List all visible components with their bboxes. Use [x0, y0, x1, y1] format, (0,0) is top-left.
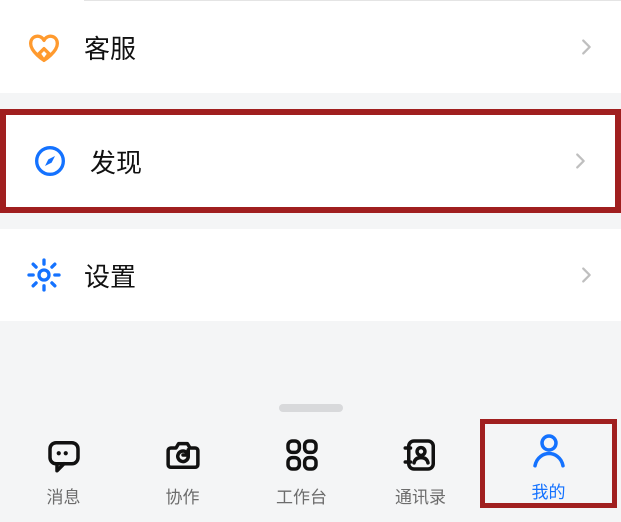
- bottom-tab-bar: 消息 协作 工作台: [0, 414, 621, 522]
- section-gap: [0, 213, 621, 229]
- menu-item-settings[interactable]: 设置: [0, 229, 621, 321]
- group-discover-highlighted: 发现: [0, 109, 621, 213]
- group-customer-service: 客服: [0, 0, 621, 93]
- flex-spacer: [0, 321, 621, 390]
- chevron-right-icon: [569, 150, 591, 172]
- tab-label: 消息: [47, 483, 81, 508]
- tab-workbench[interactable]: 工作台: [242, 427, 361, 508]
- person-icon: [525, 426, 573, 474]
- chevron-right-icon: [575, 36, 597, 58]
- menu-item-label: 发现: [90, 143, 569, 180]
- tab-label: 我的: [532, 478, 566, 503]
- page-root: 客服 发现: [0, 0, 621, 522]
- chat-bubble-icon: [40, 431, 88, 479]
- menu-item-discover[interactable]: 发现: [6, 115, 615, 207]
- menu-item-label: 客服: [84, 29, 575, 66]
- apps-grid-icon: [278, 431, 326, 479]
- tab-mine[interactable]: 我的: [480, 419, 617, 508]
- group-settings: 设置: [0, 229, 621, 321]
- tab-contacts[interactable]: 通讯录: [361, 427, 480, 508]
- chevron-right-icon: [575, 264, 597, 286]
- tab-label: 通讯录: [395, 483, 446, 508]
- menu-item-customer-service[interactable]: 客服: [0, 1, 621, 93]
- drag-handle-area: [0, 390, 621, 414]
- heart-hands-icon: [20, 23, 68, 71]
- address-book-icon: [397, 431, 445, 479]
- tab-label: 工作台: [276, 483, 327, 508]
- tab-label: 协作: [166, 483, 200, 508]
- drag-handle-icon[interactable]: [279, 404, 343, 412]
- section-gap: [0, 93, 621, 109]
- camera-sync-icon: [159, 431, 207, 479]
- compass-icon: [26, 137, 74, 185]
- tab-messages[interactable]: 消息: [4, 427, 123, 508]
- gear-icon: [20, 251, 68, 299]
- menu-item-label: 设置: [84, 257, 575, 294]
- tab-collab[interactable]: 协作: [123, 427, 242, 508]
